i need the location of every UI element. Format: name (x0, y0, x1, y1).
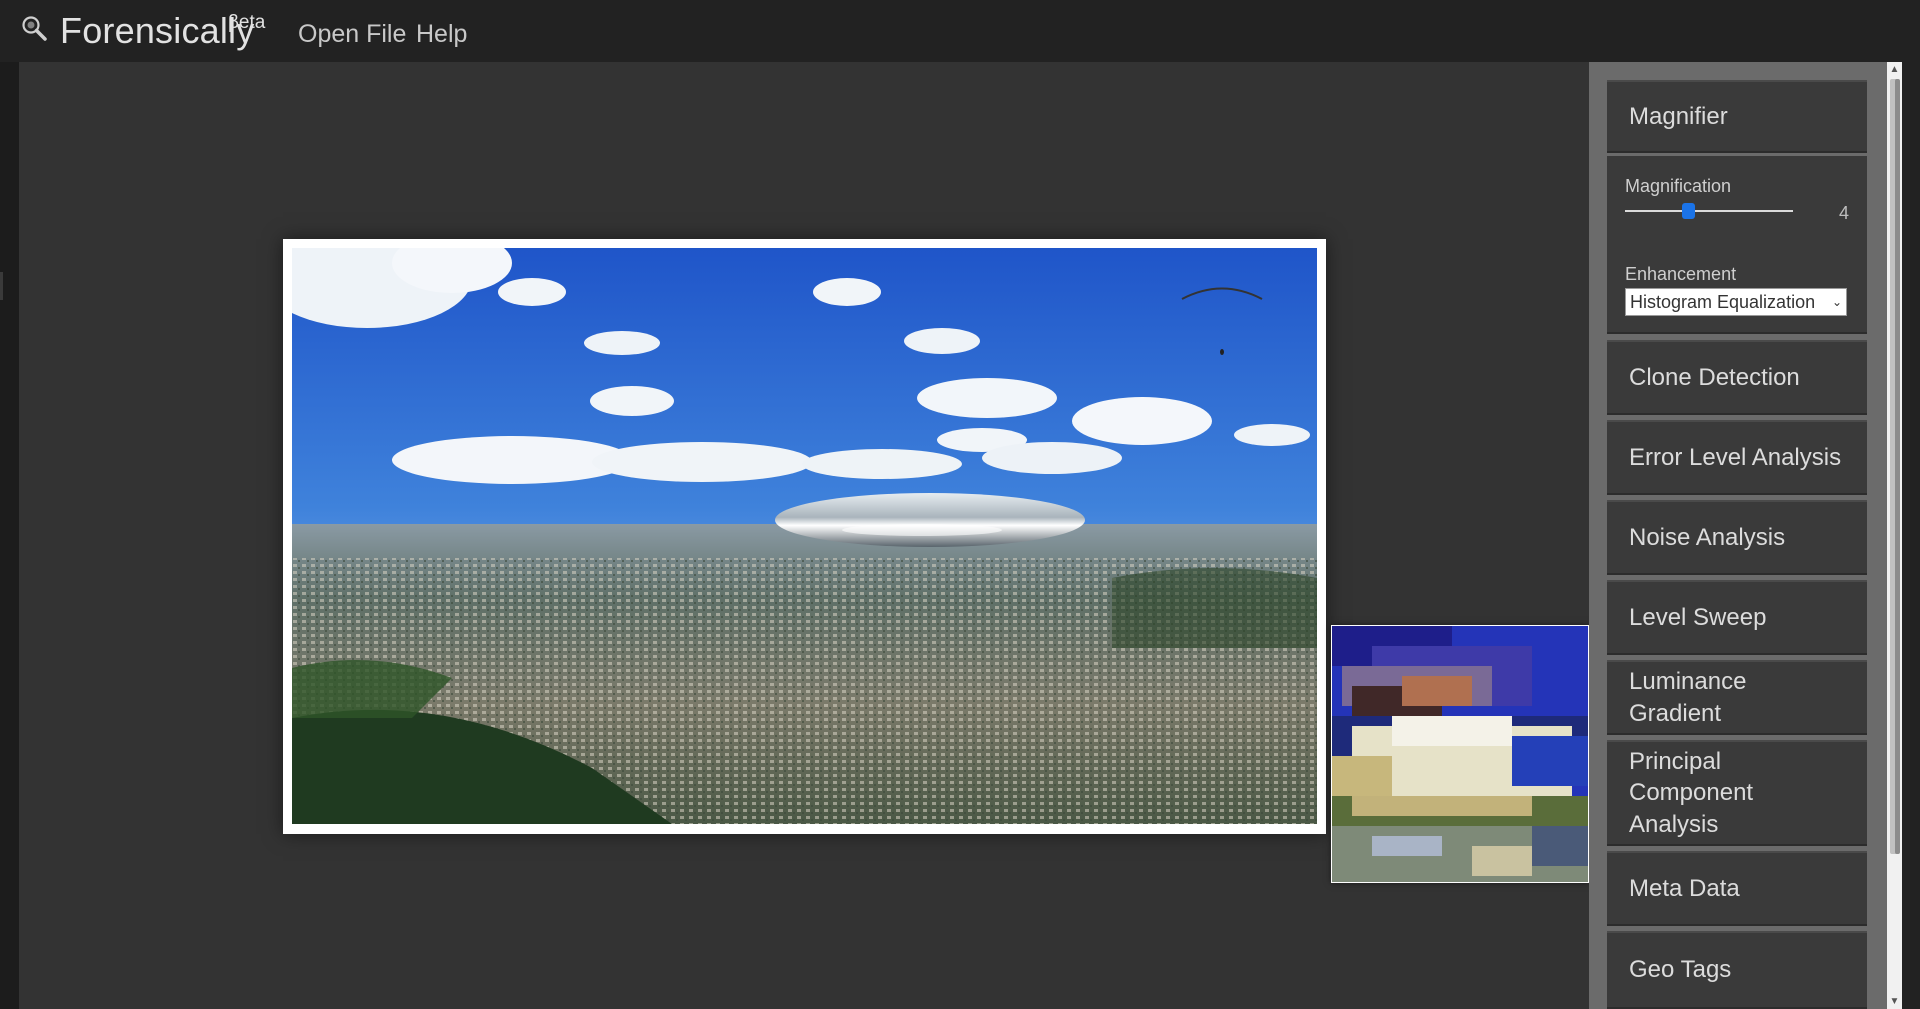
tool-label: Geo Tags (1629, 956, 1732, 984)
image-frame (283, 239, 1589, 883)
magnification-slider-thumb[interactable] (1682, 203, 1695, 219)
app-title: Forensically (60, 10, 255, 51)
enhancement-selected-value: Histogram Equalization (1630, 292, 1816, 312)
scrollbar-thumb[interactable] (1890, 79, 1900, 854)
tool-geo-tags[interactable]: Geo Tags (1607, 931, 1867, 1009)
tool-luminance-gradient[interactable]: Luminance Gradient (1607, 660, 1867, 735)
beta-badge: βeta (228, 12, 266, 33)
down-arrow-icon[interactable]: ▼ (1887, 994, 1902, 1009)
gutter-marker (0, 272, 3, 300)
sidebar-scrollbar[interactable]: ▲ ▼ (1887, 62, 1902, 1009)
open-file-link[interactable]: Open File (298, 20, 406, 49)
magnifier-icon (22, 16, 47, 41)
magnifier-settings-panel: Magnification 4 Enhancement Histogram Eq… (1607, 156, 1867, 334)
tool-label: Meta Data (1629, 874, 1740, 902)
left-gutter (0, 62, 19, 1009)
enhancement-select[interactable]: Histogram Equalization ⌄ (1625, 288, 1847, 316)
scrollbar-thumb-grip (1895, 79, 1900, 854)
help-link[interactable]: Help (416, 20, 467, 49)
image-canvas[interactable] (19, 62, 1589, 1009)
magnifier-lens (1331, 625, 1589, 883)
magnified-view (1332, 626, 1588, 882)
tool-label: Magnifier (1629, 102, 1728, 130)
magnification-label: Magnification (1625, 176, 1732, 196)
magnification-slider-track[interactable] (1625, 210, 1793, 212)
tool-meta-data[interactable]: Meta Data (1607, 851, 1867, 926)
tool-clone-detection[interactable]: Clone Detection (1607, 340, 1867, 415)
enhancement-label: Enhancement (1625, 264, 1737, 284)
tool-label: Principal Component Analysis (1629, 748, 1754, 838)
tool-level-sweep[interactable]: Level Sweep (1607, 580, 1867, 655)
app-root: Forensically βeta Open File Help Magnifi… (0, 0, 1920, 1009)
magnification-value: 4 (1839, 203, 1850, 223)
tool-magnifier-header[interactable]: Magnifier (1607, 80, 1867, 153)
tools-sidebar: Magnifier Magnification 4 Enhancement Hi… (1589, 62, 1887, 1009)
header-bar: Forensically βeta Open File Help (0, 0, 1920, 62)
tool-principal-component-analysis[interactable]: Principal Component Analysis (1607, 740, 1867, 846)
tool-error-level-analysis[interactable]: Error Level Analysis (1607, 420, 1867, 495)
analyzed-photo[interactable] (292, 248, 1317, 824)
tool-label: Clone Detection (1629, 363, 1800, 391)
tool-label: Luminance Gradient (1629, 668, 1747, 727)
tool-label: Noise Analysis (1629, 523, 1786, 551)
tool-label: Level Sweep (1629, 603, 1767, 631)
tool-noise-analysis[interactable]: Noise Analysis (1607, 500, 1867, 575)
chevron-down-icon: ⌄ (1831, 295, 1842, 309)
tool-label: Error Level Analysis (1629, 443, 1842, 471)
up-arrow-icon[interactable]: ▲ (1887, 62, 1902, 77)
